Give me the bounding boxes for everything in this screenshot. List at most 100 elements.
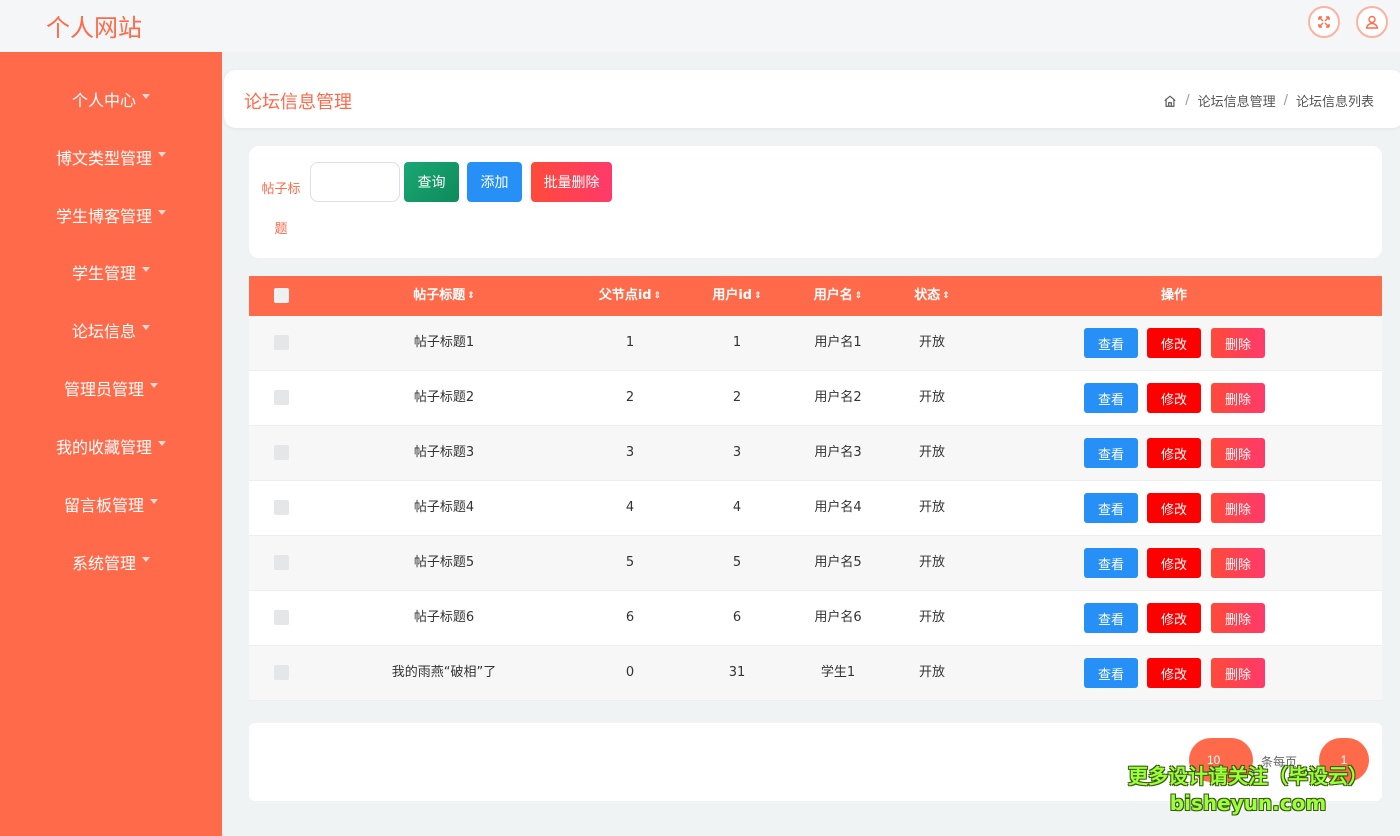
sidebar-item-forum[interactable]: 论坛信息 [0,310,222,350]
table-row: 帖子标题5 5 5 用户名5 开放 查看 修改 删除 [249,536,1382,591]
row-checkbox[interactable] [274,555,289,570]
delete-button[interactable]: 删除 [1211,658,1265,688]
edit-button[interactable]: 修改 [1147,603,1201,633]
delete-button[interactable]: 删除 [1211,603,1265,633]
watermark: 更多设计请关注（毕设云） bisheyun.com [1118,760,1378,815]
sidebar-item-personal-center[interactable]: 个人中心 [0,79,222,119]
sort-icon: ⇕ [653,290,662,301]
row-checkbox[interactable] [274,390,289,405]
cell-user-id: 2 [732,390,742,405]
view-button[interactable]: 查看 [1084,548,1138,578]
cell-title: 帖子标题6 [413,610,475,625]
row-checkbox[interactable] [274,335,289,350]
cell-username: 用户名4 [814,500,862,515]
sort-icon: ⇕ [942,290,950,301]
column-header-user-id[interactable]: 用户id ⇕ [697,276,777,316]
sidebar-item-label: 学生管理 [71,264,136,283]
cell-user-id: 31 [728,665,746,680]
sidebar-item-label: 留言板管理 [63,496,144,515]
sidebar-item-student-blog[interactable]: 学生博客管理 [0,195,222,235]
breadcrumb-separator: / [1283,93,1288,108]
sidebar-item-message-board[interactable]: 留言板管理 [0,484,222,524]
column-header-title[interactable]: 帖子标题 ⇕ [369,276,519,316]
row-checkbox[interactable] [274,665,289,680]
sidebar-item-system[interactable]: 系统管理 [0,542,222,582]
query-button[interactable]: 查询 [404,162,459,202]
column-header-status[interactable]: 状态 ⇕ [897,276,967,316]
edit-button[interactable]: 修改 [1147,383,1201,413]
select-all-checkbox[interactable] [274,288,289,303]
table-header: 帖子标题 ⇕ 父节点id ⇕ 用户id ⇕ 用户名 ⇕ 状态 ⇕ 操作 [249,276,1382,316]
delete-button[interactable]: 删除 [1211,383,1265,413]
cell-parent-id: 5 [625,555,635,570]
breadcrumb: / 论坛信息管理 / 论坛信息列表 [1163,91,1374,110]
cell-parent-id: 3 [625,445,635,460]
delete-button[interactable]: 删除 [1211,493,1265,523]
delete-button[interactable]: 删除 [1211,328,1265,358]
row-checkbox[interactable] [274,445,289,460]
column-header-parent-id[interactable]: 父节点id ⇕ [579,276,681,316]
row-checkbox[interactable] [274,500,289,515]
view-button[interactable]: 查看 [1084,383,1138,413]
table-row: 帖子标题1 1 1 用户名1 开放 查看 修改 删除 [249,316,1382,371]
cell-username: 用户名3 [814,445,862,460]
delete-button[interactable]: 删除 [1211,438,1265,468]
cell-title: 帖子标题4 [413,500,475,515]
sidebar-item-label: 论坛信息 [71,322,136,341]
sort-icon: ⇕ [854,290,863,301]
sidebar-item-label: 博文类型管理 [55,149,152,168]
cell-title: 帖子标题1 [413,335,475,350]
breadcrumb-item[interactable]: 论坛信息管理 [1198,91,1276,110]
sidebar-item-favorites[interactable]: 我的收藏管理 [0,426,222,466]
column-header-username[interactable]: 用户名 ⇕ [793,276,883,316]
cell-user-id: 1 [732,335,742,350]
user-icon[interactable] [1356,6,1388,38]
watermark-line2: bisheyun.com [1169,791,1327,815]
caret-down-icon [158,209,166,215]
home-icon[interactable] [1163,94,1177,108]
edit-button[interactable]: 修改 [1147,548,1201,578]
sidebar: 个人中心 博文类型管理 学生博客管理 学生管理 论坛信息 管理员管理 我的收藏管… [0,52,222,836]
cell-status: 开放 [918,610,945,625]
cell-status: 开放 [918,500,945,515]
site-brand[interactable]: 个人网站 [46,8,142,43]
sidebar-item-student[interactable]: 学生管理 [0,252,222,292]
top-bar: 个人网站 [0,0,1400,52]
view-button[interactable]: 查看 [1084,438,1138,468]
view-button[interactable]: 查看 [1084,658,1138,688]
page-title: 论坛信息管理 [244,92,352,113]
cell-username: 用户名6 [814,610,862,625]
view-button[interactable]: 查看 [1084,603,1138,633]
batch-delete-button[interactable]: 批量删除 [531,162,612,202]
row-checkbox[interactable] [274,610,289,625]
sidebar-item-admin[interactable]: 管理员管理 [0,368,222,408]
add-button[interactable]: 添加 [467,162,522,202]
edit-button[interactable]: 修改 [1147,438,1201,468]
cell-title: 帖子标题3 [413,445,475,460]
delete-button[interactable]: 删除 [1211,548,1265,578]
fullscreen-icon[interactable] [1308,6,1340,38]
breadcrumb-item-current: 论坛信息列表 [1295,95,1374,110]
view-button[interactable]: 查看 [1084,493,1138,523]
table-row: 帖子标题3 3 3 用户名3 开放 查看 修改 删除 [249,426,1382,481]
edit-button[interactable]: 修改 [1147,328,1201,358]
watermark-line1: 更多设计请关注（毕设云） [1128,764,1368,788]
view-button[interactable]: 查看 [1084,328,1138,358]
cell-user-id: 5 [732,555,742,570]
cell-parent-id: 0 [625,665,635,680]
caret-down-icon [158,151,166,157]
caret-down-icon [150,498,158,504]
cell-username: 用户名5 [814,555,862,570]
search-input[interactable] [310,162,400,202]
edit-button[interactable]: 修改 [1147,493,1201,523]
sidebar-item-label: 管理员管理 [63,380,144,399]
sidebar-item-label: 系统管理 [71,554,136,573]
sidebar-item-label: 我的收藏管理 [55,438,152,457]
sidebar-item-blog-type[interactable]: 博文类型管理 [0,137,222,177]
cell-username: 用户名1 [814,335,862,350]
title-card: 论坛信息管理 / 论坛信息管理 / 论坛信息列表 [224,70,1400,128]
edit-button[interactable]: 修改 [1147,658,1201,688]
cell-username: 学生1 [820,665,856,680]
cell-user-id: 6 [732,610,742,625]
cell-username: 用户名2 [814,390,862,405]
